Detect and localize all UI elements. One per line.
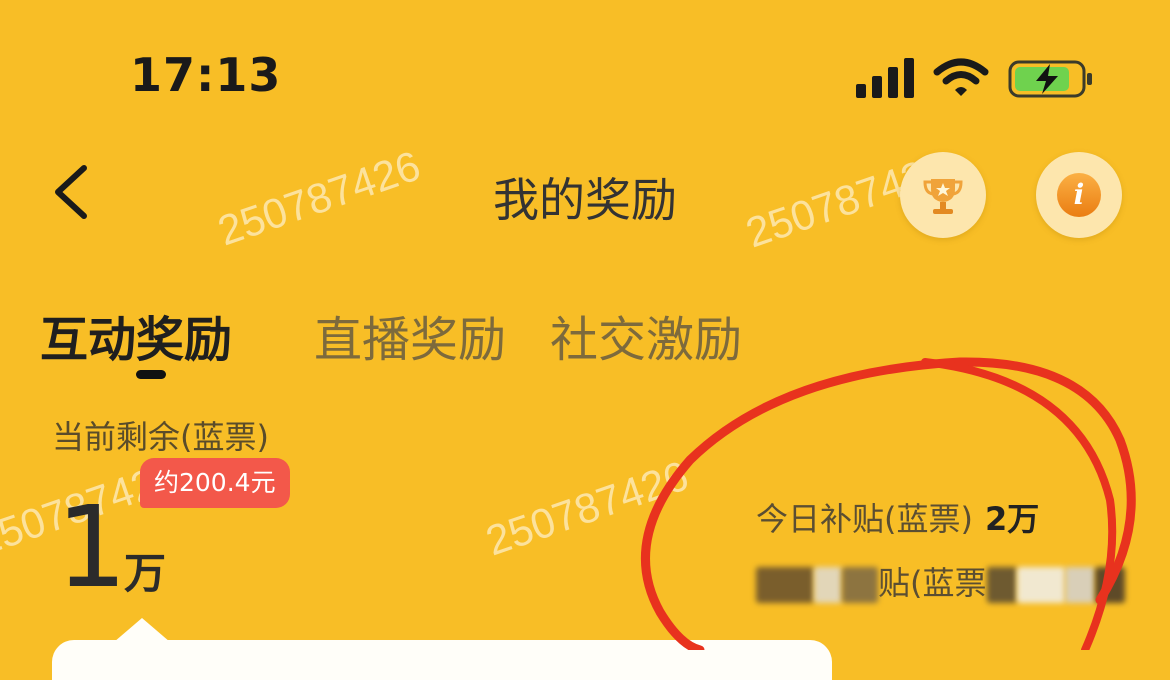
- today-subsidy-row: 今日补贴(蓝票) 2万: [756, 494, 1039, 540]
- redacted-block: [1064, 567, 1095, 603]
- info-icon: i: [1057, 173, 1101, 217]
- redacted-block: [1094, 567, 1125, 603]
- details-card: [52, 640, 832, 680]
- cellular-signal-icon: [856, 58, 914, 98]
- page-title: 我的奖励: [493, 173, 677, 227]
- info-button[interactable]: i: [1036, 152, 1122, 238]
- active-tab-indicator: [136, 370, 166, 379]
- card-pointer: [114, 618, 170, 642]
- redacted-block: [814, 567, 842, 603]
- today-subsidy-label: 今日补贴(蓝票): [756, 500, 973, 538]
- balance-unit: 万: [124, 549, 167, 598]
- wifi-icon: [933, 58, 989, 96]
- redacted-block: [986, 567, 1017, 603]
- tab-live-rewards[interactable]: 直播奖励: [314, 300, 506, 370]
- tab-social-incentives[interactable]: 社交激励: [550, 300, 742, 370]
- battery-charging-icon: [1008, 60, 1092, 98]
- approx-cash-badge: 约200.4元: [140, 458, 290, 508]
- trophy-icon: [923, 179, 963, 214]
- tab-interactive-rewards[interactable]: 互动奖励: [40, 300, 232, 370]
- today-subsidy-value: 2万: [984, 500, 1040, 538]
- redacted-block: [842, 567, 878, 603]
- balance-value: 1: [56, 483, 128, 613]
- total-subsidy-row: 贴(蓝票: [756, 558, 1125, 604]
- watermark: 250787426: [480, 451, 695, 565]
- status-time: 17:13: [130, 48, 282, 102]
- trophy-button[interactable]: [900, 152, 986, 238]
- balance-label: 当前剩余(蓝票): [52, 418, 269, 456]
- redacted-block: [1016, 567, 1065, 603]
- total-subsidy-label: 贴(蓝票: [878, 564, 987, 602]
- redacted-block: [756, 567, 814, 603]
